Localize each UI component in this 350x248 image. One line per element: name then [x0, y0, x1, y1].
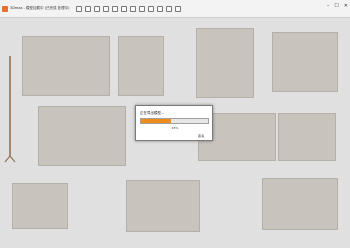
close-button[interactable]: ✕ — [344, 3, 348, 9]
dialog-title: 正在导出模型... — [140, 111, 165, 115]
scale-icon[interactable] — [147, 5, 154, 12]
progress-bar — [140, 118, 209, 124]
undo-icon[interactable] — [102, 5, 109, 12]
toolbar — [75, 5, 181, 12]
new-icon[interactable] — [75, 5, 82, 12]
cabinet-render-3 — [196, 28, 254, 98]
export-progress-dialog: 正在导出模型... 45% 取消 — [135, 105, 213, 141]
cancel-button[interactable]: 取消 — [196, 134, 206, 138]
cabinet-render-8 — [12, 183, 68, 229]
cabinet-render-5 — [38, 106, 126, 166]
progress-percent: 45% — [171, 126, 179, 130]
minimize-button[interactable]: – — [327, 3, 330, 9]
title-bar: 3Dmax - 模型加载中 (已完成 处理中) – ☐ ✕ — [0, 0, 350, 18]
cabinet-render-10 — [262, 178, 338, 230]
cabinet-render-2 — [118, 36, 164, 96]
redo-icon[interactable] — [111, 5, 118, 12]
select-icon[interactable] — [120, 5, 127, 12]
save-icon[interactable] — [93, 5, 100, 12]
move-icon[interactable] — [129, 5, 136, 12]
window-controls: – ☐ ✕ — [327, 3, 348, 9]
cabinet-render-7 — [278, 113, 336, 161]
maximize-button[interactable]: ☐ — [334, 3, 338, 9]
render-icon[interactable] — [156, 5, 163, 12]
cabinet-render-4 — [272, 32, 338, 92]
app-icon — [2, 5, 8, 12]
cabinet-render-1 — [22, 36, 110, 96]
cabinet-render-9 — [126, 180, 200, 232]
coat-rack-render — [4, 56, 16, 163]
material-icon[interactable] — [165, 5, 172, 12]
open-icon[interactable] — [84, 5, 91, 12]
camera-icon[interactable] — [174, 5, 181, 12]
window-title: 3Dmax - 模型加载中 (已完成 处理中) — [10, 6, 70, 10]
rotate-icon[interactable] — [138, 5, 145, 12]
progress-fill — [141, 119, 172, 123]
